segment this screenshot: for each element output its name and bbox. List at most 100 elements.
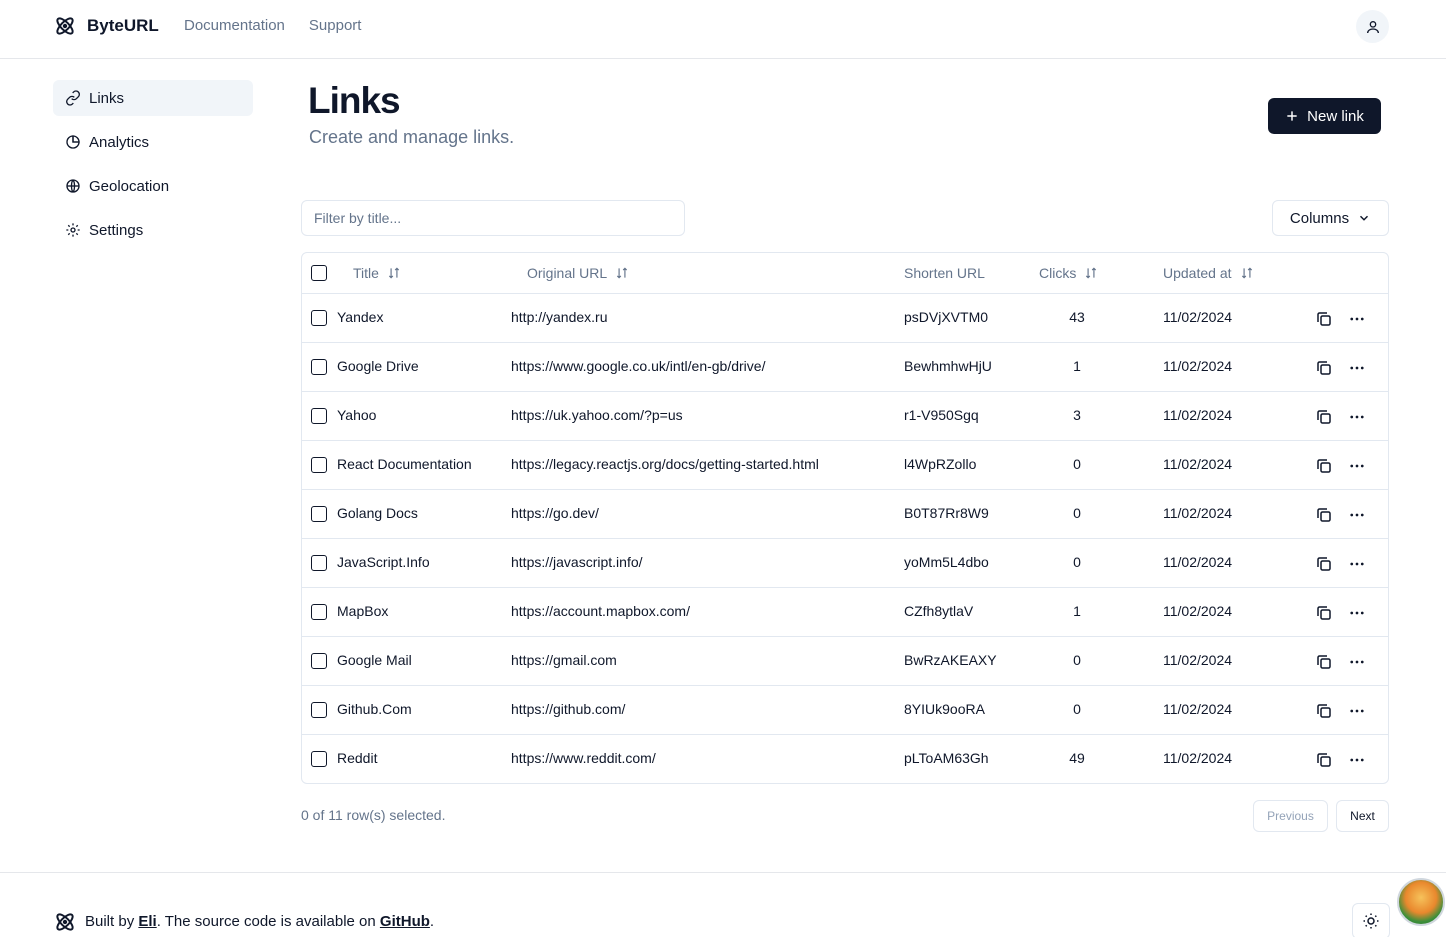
table-row[interactable]: Reddit https://www.reddit.com/pLToAM63Gh 4… xyxy=(302,735,1388,783)
cell-original-url: https://uk.yahoo.com/?p=us xyxy=(511,407,683,423)
table-row[interactable]: MapBox https://account.mapbox.com/CZfh8yt… xyxy=(302,588,1388,637)
previous-page-button[interactable]: Previous xyxy=(1253,800,1328,832)
row-checkbox[interactable] xyxy=(311,506,327,522)
table-row[interactable]: React Documentation https://legacy.reactj… xyxy=(302,441,1388,490)
author-link[interactable]: Eli xyxy=(138,913,156,930)
next-page-button[interactable]: Next xyxy=(1336,800,1389,832)
cell-short-url: B0T87Rr8W9 xyxy=(904,505,989,521)
more-horizontal-icon[interactable] xyxy=(1348,457,1366,475)
more-horizontal-icon[interactable] xyxy=(1348,653,1366,671)
more-horizontal-icon[interactable] xyxy=(1348,506,1366,524)
row-checkbox[interactable] xyxy=(311,359,327,375)
more-horizontal-icon[interactable] xyxy=(1348,751,1366,769)
cell-updated: 11/02/2024 xyxy=(1163,750,1233,766)
table-row[interactable]: Github.Com https://github.com/8YIUk9ooRA 0… xyxy=(302,686,1388,735)
table-row[interactable]: Golang Docs https://go.dev/B0T87Rr8W9 0 11/… xyxy=(302,490,1388,539)
links-table: Title Original URL Shorten URL Clicks Up… xyxy=(301,252,1389,784)
select-all-checkbox[interactable] xyxy=(311,265,327,281)
column-header-label: Clicks xyxy=(1039,265,1077,281)
filter-title-input[interactable] xyxy=(301,200,685,236)
column-header-original-url[interactable]: Original URL xyxy=(527,265,629,281)
cell-short-url: 8YIUk9ooRA xyxy=(904,701,985,717)
nav-support-link[interactable]: Support xyxy=(309,17,362,34)
cell-updated: 11/02/2024 xyxy=(1163,701,1233,717)
footer-text: Built by Eli. The source code is availab… xyxy=(85,913,434,930)
floating-avatar[interactable] xyxy=(1397,878,1445,926)
cell-updated: 11/02/2024 xyxy=(1163,309,1233,325)
link-icon xyxy=(66,90,80,106)
copy-icon[interactable] xyxy=(1315,408,1333,426)
cell-clicks: 0 xyxy=(1073,456,1081,472)
more-horizontal-icon[interactable] xyxy=(1348,408,1366,426)
copy-icon[interactable] xyxy=(1315,751,1333,769)
new-link-label: New link xyxy=(1307,107,1364,125)
table-row[interactable]: Yandex http://yandex.ru psDVjXVTM0 43 11/02/… xyxy=(302,294,1388,343)
new-link-button[interactable]: New link xyxy=(1268,98,1381,134)
row-checkbox[interactable] xyxy=(311,457,327,473)
cell-clicks: 0 xyxy=(1073,701,1081,717)
cell-title: Google Drive xyxy=(337,358,419,374)
github-link[interactable]: GitHub xyxy=(380,913,430,930)
table-row[interactable]: Google Drive https://www.google.co.uk/int… xyxy=(302,343,1388,392)
sort-icon xyxy=(1241,267,1252,279)
row-checkbox[interactable] xyxy=(311,751,327,767)
copy-icon[interactable] xyxy=(1315,310,1333,328)
column-header-label: Original URL xyxy=(527,265,608,281)
brand-name: ByteURL xyxy=(87,16,159,35)
atom-logo-icon xyxy=(56,17,74,35)
page-title: Links xyxy=(308,80,401,121)
cell-title: JavaScript.Info xyxy=(337,554,430,570)
table-row[interactable]: JavaScript.Info https://javascript.info/y… xyxy=(302,539,1388,588)
sort-icon xyxy=(617,267,628,279)
copy-icon[interactable] xyxy=(1315,359,1333,377)
cell-title: React Documentation xyxy=(337,456,472,472)
copy-icon[interactable] xyxy=(1315,702,1333,720)
user-menu-button[interactable] xyxy=(1356,10,1389,43)
cell-clicks: 3 xyxy=(1073,407,1081,423)
more-horizontal-icon[interactable] xyxy=(1348,310,1366,328)
column-header-title[interactable]: Title xyxy=(353,265,401,281)
cell-short-url: BewhmhwHjU xyxy=(904,358,992,374)
copy-icon[interactable] xyxy=(1315,555,1333,573)
columns-button[interactable]: Columns xyxy=(1272,200,1389,236)
more-horizontal-icon[interactable] xyxy=(1348,359,1366,377)
row-checkbox[interactable] xyxy=(311,702,327,718)
cell-short-url: pLToAM63Gh xyxy=(904,750,989,766)
cell-original-url: https://github.com/ xyxy=(511,701,626,717)
row-checkbox[interactable] xyxy=(311,408,327,424)
cell-original-url: https://javascript.info/ xyxy=(511,554,643,570)
theme-toggle-button[interactable] xyxy=(1352,903,1390,937)
cell-original-url: https://go.dev/ xyxy=(511,505,599,521)
column-header-label: Updated at xyxy=(1163,265,1232,281)
atom-logo-icon xyxy=(56,913,74,931)
nav-documentation-link[interactable]: Documentation xyxy=(184,17,285,34)
cell-short-url: yoMm5L4dbo xyxy=(904,554,989,570)
row-checkbox[interactable] xyxy=(311,653,327,669)
more-horizontal-icon[interactable] xyxy=(1348,604,1366,622)
sidebar-item-analytics[interactable]: Analytics xyxy=(53,124,253,160)
copy-icon[interactable] xyxy=(1315,653,1333,671)
sidebar-item-settings[interactable]: Settings xyxy=(53,212,253,248)
sidebar-item-geolocation[interactable]: Geolocation xyxy=(53,168,253,204)
row-checkbox[interactable] xyxy=(311,310,327,326)
column-header-clicks[interactable]: Clicks xyxy=(1039,265,1098,281)
sidebar-item-links[interactable]: Links xyxy=(53,80,253,116)
copy-icon[interactable] xyxy=(1315,604,1333,622)
column-header-updated[interactable]: Updated at xyxy=(1163,265,1254,281)
brand-logo[interactable]: ByteURL xyxy=(53,14,159,38)
row-checkbox[interactable] xyxy=(311,555,327,571)
copy-icon[interactable] xyxy=(1315,506,1333,524)
sidebar-item-label: Links xyxy=(89,89,125,107)
pie-chart-icon xyxy=(66,135,80,149)
table-row[interactable]: Yahoo https://uk.yahoo.com/?p=us r1-V950Sg… xyxy=(302,392,1388,441)
cell-short-url: l4WpRZollo xyxy=(904,456,977,472)
row-checkbox[interactable] xyxy=(311,604,327,620)
cell-clicks: 43 xyxy=(1069,309,1085,325)
copy-icon[interactable] xyxy=(1315,457,1333,475)
footer: Built by Eli. The source code is availab… xyxy=(0,872,1446,937)
table-row[interactable]: Google Mail https://gmail.com BwRzAKEAXY 0 1… xyxy=(302,637,1388,686)
more-horizontal-icon[interactable] xyxy=(1348,702,1366,720)
sort-icon xyxy=(388,267,400,279)
sidebar-item-label: Settings xyxy=(89,221,144,239)
more-horizontal-icon[interactable] xyxy=(1348,555,1366,573)
